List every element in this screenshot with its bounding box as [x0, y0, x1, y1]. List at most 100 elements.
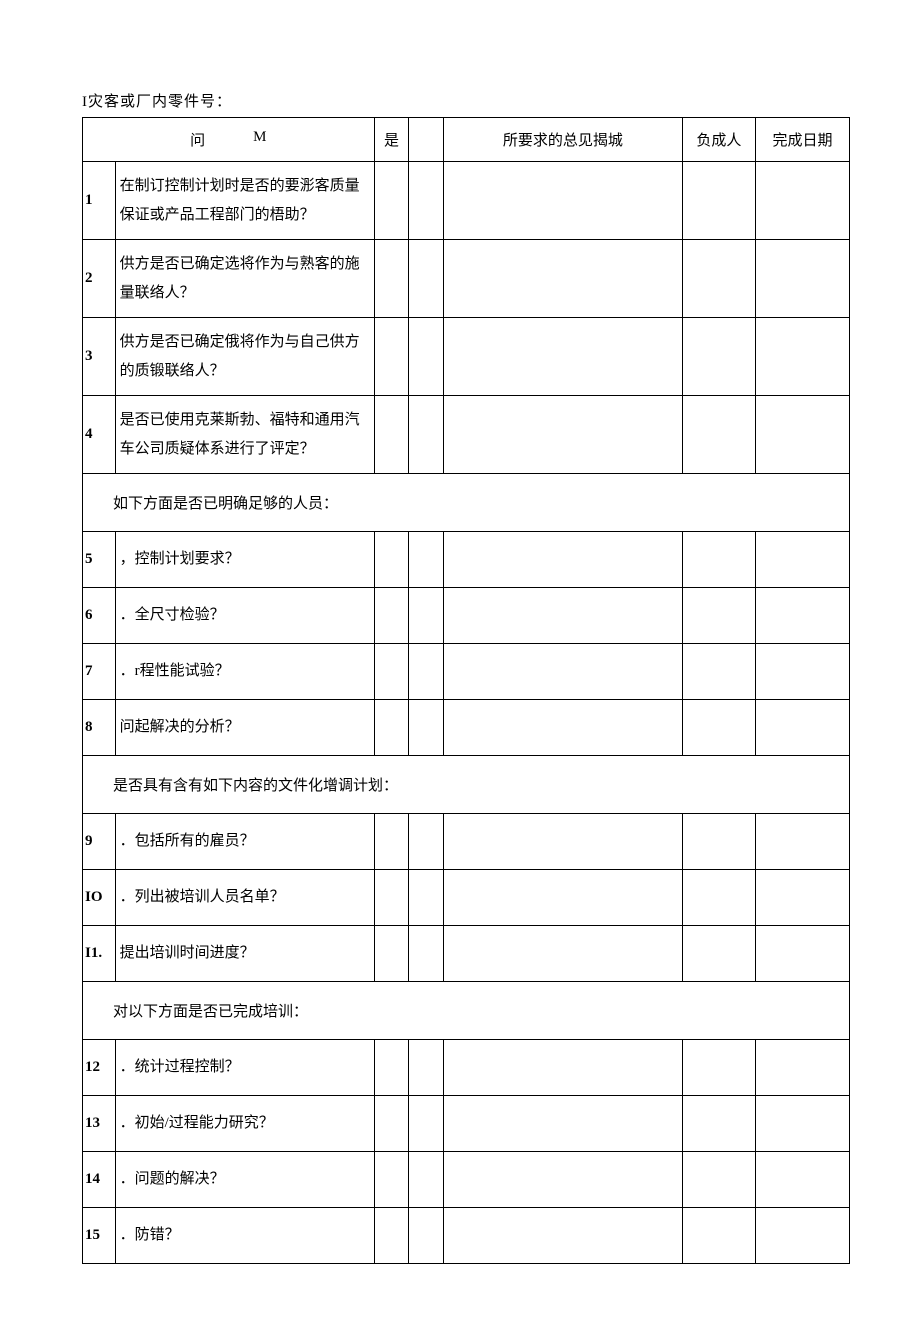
owner-cell[interactable] — [682, 318, 755, 396]
yes-cell[interactable] — [374, 870, 409, 926]
row-question: ，控制计划要求？ — [115, 532, 374, 588]
duedate-cell[interactable] — [756, 1040, 850, 1096]
owner-cell[interactable] — [682, 588, 755, 644]
header-opinion: 所要求的总见揭城 — [444, 118, 683, 162]
opinion-cell[interactable] — [444, 532, 683, 588]
no-cell[interactable] — [409, 240, 444, 318]
duedate-cell[interactable] — [756, 926, 850, 982]
opinion-cell[interactable] — [444, 396, 683, 474]
owner-cell[interactable] — [682, 644, 755, 700]
no-cell[interactable] — [409, 162, 444, 240]
row-question: 供方是否已确定选将作为与熟客的施量联络人？ — [115, 240, 374, 318]
duedate-cell[interactable] — [756, 644, 850, 700]
opinion-cell[interactable] — [444, 1152, 683, 1208]
opinion-cell[interactable] — [444, 814, 683, 870]
yes-cell[interactable] — [374, 1152, 409, 1208]
yes-cell[interactable] — [374, 162, 409, 240]
no-cell[interactable] — [409, 700, 444, 756]
owner-cell[interactable] — [682, 700, 755, 756]
header-owner: 负成人 — [682, 118, 755, 162]
yes-cell[interactable] — [374, 588, 409, 644]
no-cell[interactable] — [409, 814, 444, 870]
yes-cell[interactable] — [374, 396, 409, 474]
yes-cell[interactable] — [374, 700, 409, 756]
row-number: 5 — [83, 532, 116, 588]
opinion-cell[interactable] — [444, 700, 683, 756]
row-number: 1 — [83, 162, 116, 240]
yes-cell[interactable] — [374, 532, 409, 588]
opinion-cell[interactable] — [444, 644, 683, 700]
owner-cell[interactable] — [682, 532, 755, 588]
opinion-cell[interactable] — [444, 870, 683, 926]
table-row: 2供方是否已确定选将作为与熟客的施量联络人？ — [83, 240, 850, 318]
opinion-cell[interactable] — [444, 588, 683, 644]
row-question: 提出培训时间进度？ — [115, 926, 374, 982]
yes-cell[interactable] — [374, 240, 409, 318]
duedate-cell[interactable] — [756, 1096, 850, 1152]
duedate-cell[interactable] — [756, 240, 850, 318]
row-number: 6 — [83, 588, 116, 644]
owner-cell[interactable] — [682, 1152, 755, 1208]
yes-cell[interactable] — [374, 814, 409, 870]
opinion-cell[interactable] — [444, 926, 683, 982]
duedate-cell[interactable] — [756, 588, 850, 644]
no-cell[interactable] — [409, 318, 444, 396]
duedate-cell[interactable] — [756, 870, 850, 926]
table-row: 5，控制计划要求？ — [83, 532, 850, 588]
row-number: 2 — [83, 240, 116, 318]
owner-cell[interactable] — [682, 240, 755, 318]
no-cell[interactable] — [409, 1152, 444, 1208]
no-cell[interactable] — [409, 644, 444, 700]
owner-cell[interactable] — [682, 1096, 755, 1152]
row-number: IO — [83, 870, 116, 926]
duedate-cell[interactable] — [756, 1208, 850, 1264]
opinion-cell[interactable] — [444, 240, 683, 318]
row-number: I1. — [83, 926, 116, 982]
header-question-b: M — [253, 129, 266, 150]
owner-cell[interactable] — [682, 162, 755, 240]
no-cell[interactable] — [409, 588, 444, 644]
table-row: 如下方面是否已明确足够的人员： — [83, 474, 850, 532]
yes-cell[interactable] — [374, 318, 409, 396]
section-heading: 对以下方面是否已完成培训： — [83, 982, 850, 1040]
duedate-cell[interactable] — [756, 162, 850, 240]
owner-cell[interactable] — [682, 926, 755, 982]
opinion-cell[interactable] — [444, 1040, 683, 1096]
owner-cell[interactable] — [682, 396, 755, 474]
yes-cell[interactable] — [374, 926, 409, 982]
duedate-cell[interactable] — [756, 532, 850, 588]
yes-cell[interactable] — [374, 1040, 409, 1096]
yes-cell[interactable] — [374, 1208, 409, 1264]
row-number: 3 — [83, 318, 116, 396]
owner-cell[interactable] — [682, 1040, 755, 1096]
duedate-cell[interactable] — [756, 318, 850, 396]
owner-cell[interactable] — [682, 814, 755, 870]
no-cell[interactable] — [409, 926, 444, 982]
duedate-cell[interactable] — [756, 814, 850, 870]
table-row: 对以下方面是否已完成培训： — [83, 982, 850, 1040]
opinion-cell[interactable] — [444, 1208, 683, 1264]
section-heading: 如下方面是否已明确足够的人员： — [83, 474, 850, 532]
row-question: ．包括所有的雇员？ — [115, 814, 374, 870]
opinion-cell[interactable] — [444, 1096, 683, 1152]
row-question: 供方是否已确定俄将作为与自己供方的质锻联络人？ — [115, 318, 374, 396]
no-cell[interactable] — [409, 1096, 444, 1152]
no-cell[interactable] — [409, 1208, 444, 1264]
opinion-cell[interactable] — [444, 162, 683, 240]
page: I灾客或厂内零件号： 问 M 是 所要求的总见揭城 负成人 完成日期 1在制订控… — [0, 0, 920, 1324]
owner-cell[interactable] — [682, 870, 755, 926]
no-cell[interactable] — [409, 396, 444, 474]
no-cell[interactable] — [409, 870, 444, 926]
no-cell[interactable] — [409, 1040, 444, 1096]
duedate-cell[interactable] — [756, 1152, 850, 1208]
no-cell[interactable] — [409, 532, 444, 588]
duedate-cell[interactable] — [756, 700, 850, 756]
row-question: ．全尺寸检验？ — [115, 588, 374, 644]
opinion-cell[interactable] — [444, 318, 683, 396]
owner-cell[interactable] — [682, 1208, 755, 1264]
row-question: 在制订控制计划时是否的要浵客质量保证或产品工程部门的梧助？ — [115, 162, 374, 240]
yes-cell[interactable] — [374, 1096, 409, 1152]
yes-cell[interactable] — [374, 644, 409, 700]
row-question: ．问题的解决？ — [115, 1152, 374, 1208]
duedate-cell[interactable] — [756, 396, 850, 474]
